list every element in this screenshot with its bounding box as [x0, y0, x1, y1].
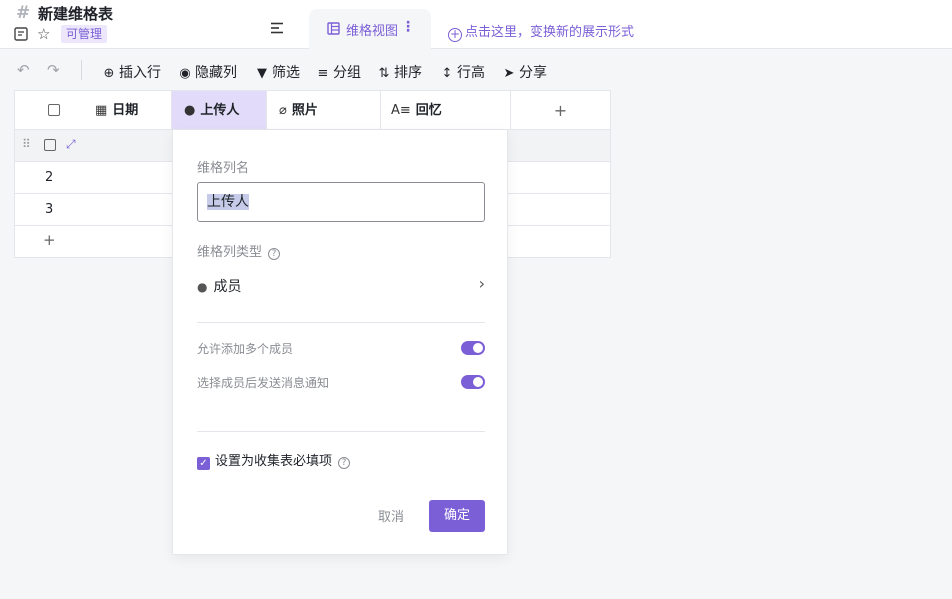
datasheet-icon: # [16, 3, 31, 23]
person-icon: ● [184, 103, 196, 118]
option-multiple-label: 允许添加多个成员 [197, 342, 294, 356]
filter-button[interactable]: ▼ 筛选 [255, 62, 300, 82]
group-label: 分组 [333, 65, 361, 81]
sort-button[interactable]: ⇅ 排序 [377, 62, 422, 82]
help-icon[interactable]: ? [338, 457, 351, 469]
insert-row-label: 插入行 [119, 65, 161, 81]
share-icon: ➤ [503, 66, 515, 81]
add-column-button[interactable]: + [511, 91, 610, 130]
divider [197, 322, 485, 323]
menu-icon[interactable] [270, 22, 284, 34]
column-header-date[interactable]: ▦ 日期 [81, 91, 172, 130]
row-number: 3 [45, 202, 54, 217]
required-field-label: 设置为收集表必填项 [215, 454, 333, 469]
column-header-memory[interactable]: A≡ 回忆 [381, 91, 511, 130]
cancel-button[interactable]: 取消 [369, 502, 413, 534]
check-icon: ✓ [197, 457, 210, 470]
row-height-label: 行高 [457, 65, 485, 81]
column-name-input[interactable]: 上传人 [197, 182, 485, 222]
member-icon: ● [197, 280, 208, 294]
tab-grid-view[interactable]: 维格视图 ⋮ [309, 9, 431, 49]
group-icon: ≡ [317, 66, 329, 81]
column-label: 日期 [112, 103, 139, 118]
row-number: 2 [45, 170, 54, 185]
required-field-checkbox[interactable]: ✓ 设置为收集表必填项? [197, 450, 351, 470]
permission-badge: 可管理 [61, 25, 108, 43]
text-icon: A≡ [391, 103, 411, 118]
sheet-title[interactable]: 新建维格表 [38, 3, 113, 24]
add-view-label: 点击这里，变换新的展示形式 [465, 25, 635, 40]
hide-columns-label: 隐藏列 [195, 65, 237, 81]
filter-label: 筛选 [272, 65, 300, 81]
description-icon[interactable] [14, 27, 28, 41]
column-type-label-row: 维格列类型? [197, 241, 281, 260]
select-all-checkbox[interactable] [48, 104, 60, 116]
redo-icon[interactable]: ↷ [47, 61, 60, 79]
sort-label: 排序 [394, 65, 422, 81]
row-height-button[interactable]: ↕ 行高 [440, 62, 485, 82]
star-icon[interactable]: ☆ [37, 25, 50, 43]
column-name-label: 维格列名 [197, 161, 250, 176]
drag-handle-icon[interactable]: ⠿ [22, 137, 31, 151]
tab-label: 维格视图 [346, 24, 399, 39]
column-header-photo[interactable]: ⌀ 照片 [267, 91, 381, 130]
column-label: 回忆 [415, 103, 442, 118]
calendar-icon: ▦ [95, 103, 108, 118]
multiple-members-toggle[interactable] [461, 341, 485, 355]
more-icon[interactable]: ⋮ [401, 19, 415, 35]
help-icon[interactable]: ? [268, 248, 281, 260]
confirm-button[interactable]: 确定 [429, 500, 485, 532]
row-height-icon: ↕ [441, 66, 453, 81]
attachment-icon: ⌀ [279, 103, 287, 118]
insert-row-button[interactable]: ⊕ 插入行 [102, 62, 161, 82]
eye-icon: ◉ [179, 66, 191, 81]
notify-toggle[interactable] [461, 375, 485, 389]
divider [197, 431, 485, 432]
expand-icon[interactable]: ⤢ [66, 137, 76, 152]
grid-view-icon [327, 22, 340, 35]
sort-icon: ⇅ [378, 66, 390, 81]
add-circle-icon: + [448, 27, 462, 42]
toolbar-divider [81, 60, 82, 80]
column-type-label: 维格列类型 [197, 245, 263, 260]
column-header-uploader[interactable]: ● 上传人 [172, 91, 267, 130]
add-row-icon: + [43, 231, 56, 249]
hide-columns-button[interactable]: ◉ 隐藏列 [178, 62, 237, 82]
row-checkbox[interactable] [44, 139, 56, 151]
column-type-select[interactable]: ● 成员 › [197, 274, 485, 296]
column-label: 上传人 [200, 103, 240, 118]
column-name-value: 上传人 [207, 194, 249, 210]
column-type-value: 成员 [213, 279, 242, 295]
toolbar: ↶ ↷ ⊕ 插入行 ◉ 隐藏列 ▼ 筛选 ≡ 分组 ⇅ 排序 ↕ 行高 ➤ 分享 [0, 50, 952, 90]
filter-icon: ▼ [257, 66, 267, 81]
column-settings-popup: 维格列名 上传人 维格列类型? ● 成员 › 允许添加多个成员 选择成员后发送消息… [172, 130, 508, 555]
option-notify-label: 选择成员后发送消息通知 [197, 376, 330, 390]
share-label: 分享 [519, 65, 547, 81]
add-view-button[interactable]: + 点击这里，变换新的展示形式 [448, 21, 634, 42]
top-bar: # 新建维格表 ☆ 可管理 维格视图 ⋮ + 点击这里，变换新的展示形式 [0, 0, 952, 49]
undo-icon[interactable]: ↶ [17, 61, 30, 79]
group-button[interactable]: ≡ 分组 [316, 62, 361, 82]
chevron-right-icon: › [478, 274, 485, 293]
plus-circle-icon: ⊕ [103, 66, 115, 81]
share-button[interactable]: ➤ 分享 [502, 62, 547, 82]
column-label: 照片 [291, 103, 318, 118]
